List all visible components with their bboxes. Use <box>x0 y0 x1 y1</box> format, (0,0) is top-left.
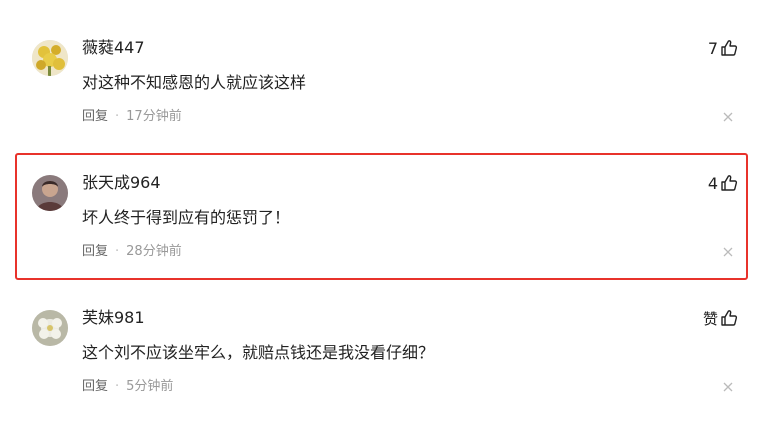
username[interactable]: 薇蕤447 <box>82 36 145 60</box>
separator-dot: · <box>115 379 120 394</box>
close-icon[interactable] <box>721 110 735 124</box>
like-button[interactable]: 7 <box>708 36 738 60</box>
comment-meta: 回复 · 5分钟前 <box>82 377 173 397</box>
avatar[interactable] <box>32 310 68 346</box>
avatar[interactable] <box>32 40 68 76</box>
comment-item: 芙妹981 这个刘不应该坐牢么，就赔点钱还是我没看仔细？ 回复 · 5分钟前 赞 <box>0 290 766 420</box>
like-count: 7 <box>707 38 718 58</box>
reply-button[interactable]: 回复 <box>82 109 108 124</box>
highlight-box <box>15 153 748 280</box>
comment-meta: 回复 · 17分钟前 <box>82 107 182 127</box>
thumbs-up-icon <box>721 310 738 326</box>
separator-dot: · <box>115 109 120 124</box>
comment-text: 这个刘不应该坐牢么，就赔点钱还是我没看仔细？ <box>82 343 435 362</box>
comment-item: 薇蕤447 对这种不知感恩的人就应该这样 回复 · 17分钟前 7 <box>0 20 766 150</box>
comment-text: 对这种不知感恩的人就应该这样 <box>82 73 307 92</box>
like-count: 赞 <box>702 309 718 328</box>
like-button[interactable]: 赞 <box>703 306 738 330</box>
reply-button[interactable]: 回复 <box>82 379 108 394</box>
timestamp: 5分钟前 <box>126 379 174 394</box>
thumbs-up-icon <box>721 40 738 56</box>
timestamp: 17分钟前 <box>126 109 182 124</box>
close-icon[interactable] <box>721 380 735 394</box>
username[interactable]: 芙妹981 <box>82 306 145 330</box>
